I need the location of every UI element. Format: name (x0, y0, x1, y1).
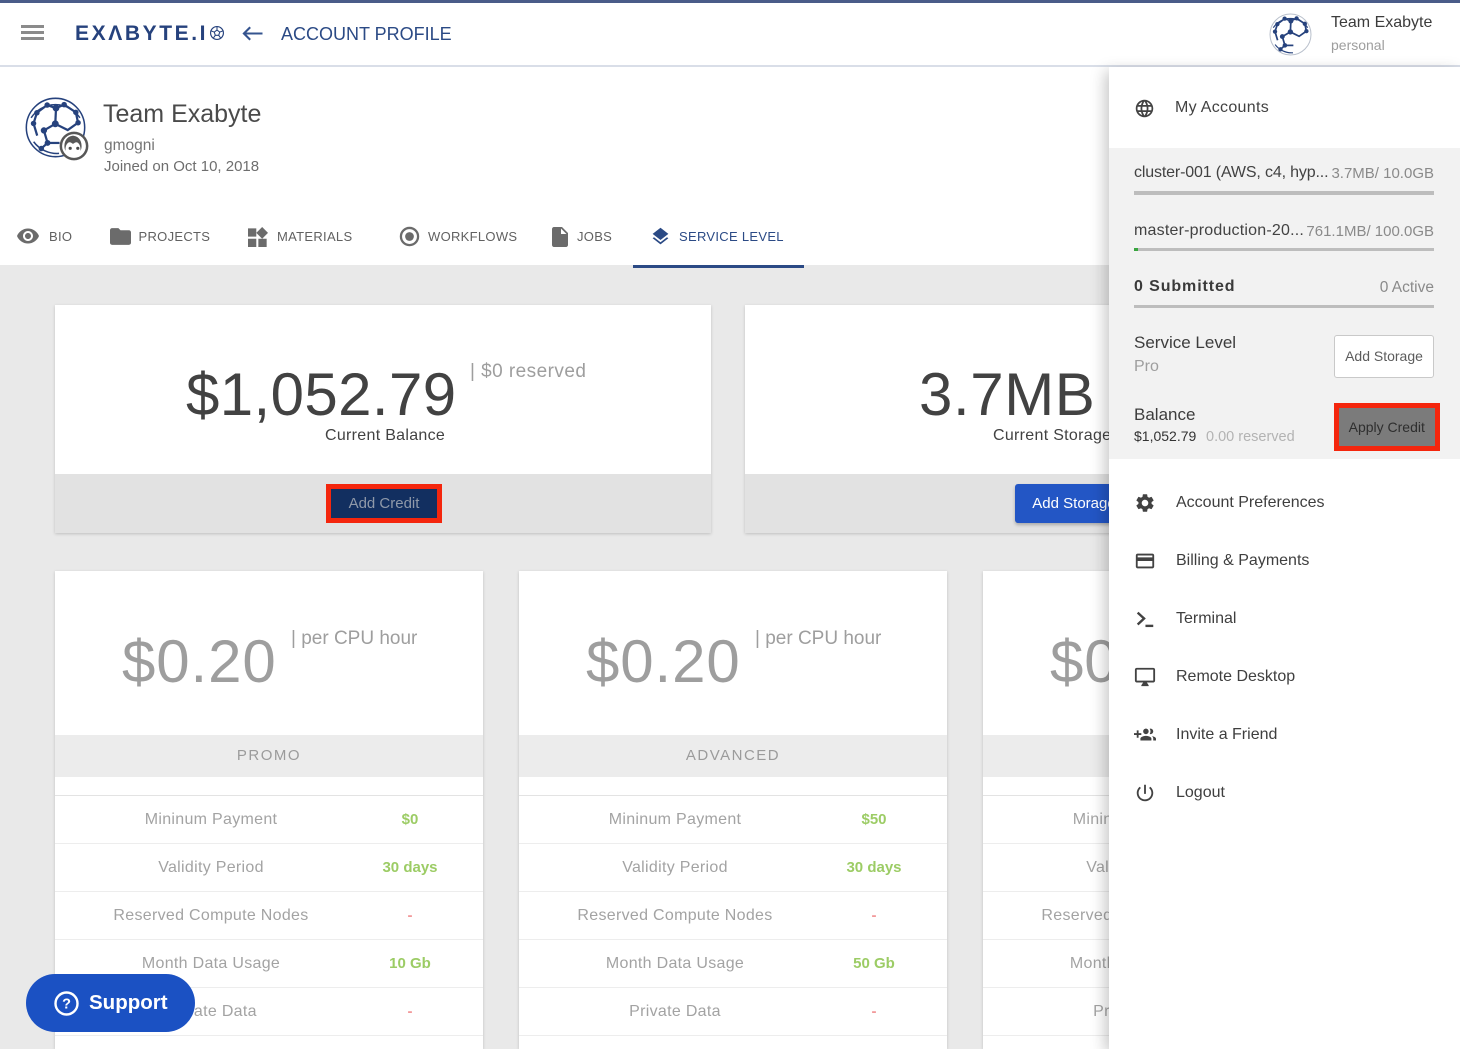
svg-text:?: ? (62, 996, 71, 1012)
